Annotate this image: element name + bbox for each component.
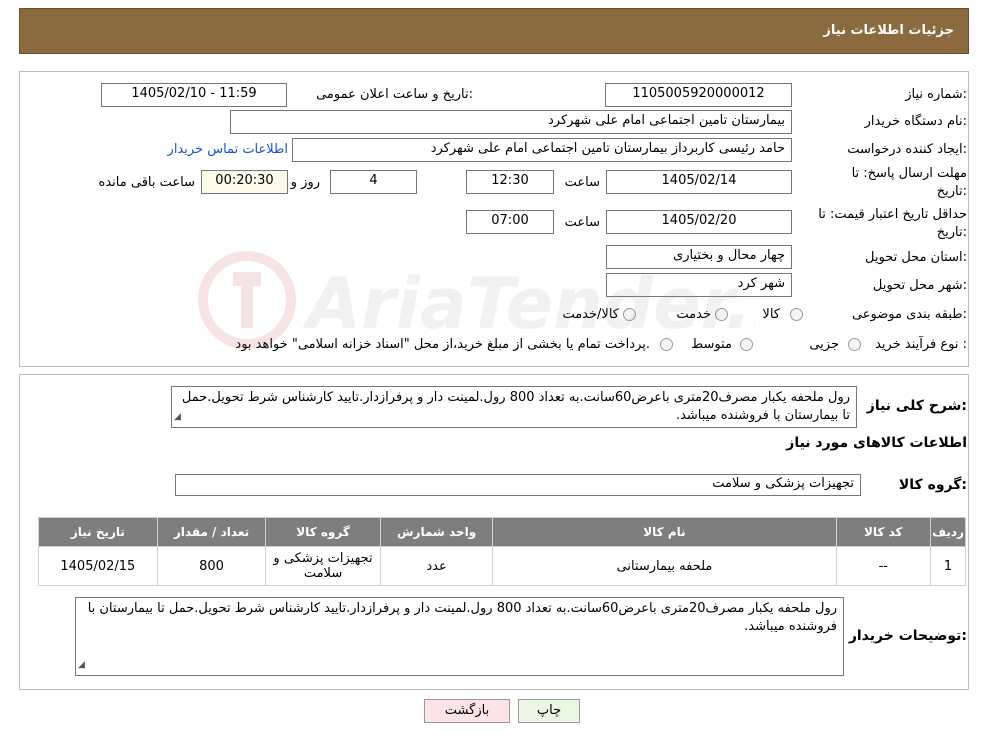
buyer-notes-label: توضیحات خریدار:	[848, 628, 967, 644]
col-unit: واحد شمارش	[380, 518, 493, 546]
cell-quantity: 800	[157, 547, 266, 585]
goods-group-field: تجهیزات پزشکی و سلامت	[175, 474, 861, 496]
goods-table-header: ردیف کد کالا نام کالا واحد شمارش گروه کا…	[39, 518, 965, 546]
cell-code: --	[836, 547, 931, 585]
resize-grip-icon[interactable]: ◢	[78, 656, 85, 674]
buyer-contact-link[interactable]: اطلاعات تماس خریدار	[168, 142, 288, 157]
buyer-name-field: بیمارستان تامین اجتماعی امام علی شهرکرد	[230, 110, 792, 134]
process-partial-label: جزیی	[809, 337, 839, 352]
col-need-date: تاریخ نیاز	[39, 518, 157, 546]
send-deadline-label: مهلت ارسال پاسخ: تا	[851, 166, 967, 181]
need-number-field: 1105005920000012	[605, 83, 792, 107]
watermark-logo: AriaTender.neT	[198, 251, 755, 349]
city-label: شهر محل تحویل:	[872, 278, 967, 293]
summary-label: شرح کلی نیاز:	[866, 398, 967, 414]
table-row: 1 -- ملحفه بیمارستانی عدد تجهیزات پزشکی …	[39, 547, 965, 585]
buyer-notes-text: رول ملحفه یکبار مصرف20متری باعرض60سانت.ب…	[87, 601, 837, 634]
process-partial-radio[interactable]	[848, 338, 861, 351]
resize-grip-icon[interactable]: ◢	[174, 408, 181, 426]
send-date-field: 1405/02/14	[606, 170, 792, 194]
creator-label: ایجاد کننده درخواست:	[847, 142, 967, 157]
page-header: جزئیات اطلاعات نیاز	[19, 8, 969, 54]
announce-date-label: تاریخ و ساعت اعلان عمومی:	[316, 87, 473, 102]
cell-row: 1	[931, 547, 965, 585]
summary-text: رول ملحفه یکبار مصرف20متری باعرض60سانت.ب…	[181, 390, 850, 423]
cell-unit: عدد	[380, 547, 493, 585]
province-label: استان محل تحویل:	[865, 250, 967, 265]
cell-need-date: 1405/02/15	[39, 547, 157, 585]
col-name: نام کالا	[493, 518, 836, 546]
category-goods-label: کالا	[762, 307, 780, 322]
days-remaining-field: 4	[330, 170, 417, 194]
watermark-text: AriaTender.neT	[302, 263, 755, 345]
cell-name: ملحفه بیمارستانی	[493, 547, 836, 585]
col-group: گروه کالا	[266, 518, 380, 546]
category-label: طبقه بندی موضوعی:	[851, 307, 967, 322]
price-validity-label: حداقل تاریخ اعتبار قیمت: تا	[818, 207, 967, 222]
price-validity-label-2: تاریخ:	[936, 225, 967, 240]
goods-table: ردیف کد کالا نام کالا واحد شمارش گروه کا…	[38, 517, 966, 586]
validity-time-field: 07:00	[466, 210, 554, 234]
creator-field: حامد رئیسی کاربرداز بیمارستان تامین اجتم…	[292, 138, 792, 162]
validity-time-label: ساعت	[564, 215, 600, 230]
goods-info-title: اطلاعات کالاهای مورد نیاز	[786, 435, 967, 451]
need-number-label: شماره نیاز:	[905, 87, 967, 102]
send-deadline-label-2: تاریخ:	[936, 184, 967, 199]
page-title: جزئیات اطلاعات نیاز	[823, 23, 954, 38]
col-quantity: تعداد / مقدار	[157, 518, 266, 546]
col-row: ردیف	[931, 518, 965, 546]
time-remaining-field: 00:20:30	[201, 170, 288, 194]
summary-textarea[interactable]: رول ملحفه یکبار مصرف20متری باعرض60سانت.ب…	[171, 386, 857, 428]
send-time-label: ساعت	[564, 175, 600, 190]
buyer-name-label: نام دستگاه خریدار:	[864, 114, 967, 129]
days-label: روز و	[290, 175, 320, 190]
announce-date-field: 1405/02/10 - 11:59	[101, 83, 287, 107]
col-code: کد کالا	[836, 518, 931, 546]
time-remaining-label: ساعت باقی مانده	[98, 175, 195, 190]
cell-group: تجهیزات پزشکی و سلامت	[266, 547, 380, 585]
send-time-field: 12:30	[466, 170, 554, 194]
back-button[interactable]: بازگشت	[424, 699, 510, 723]
category-goods-radio[interactable]	[790, 308, 803, 321]
print-button[interactable]: چاپ	[518, 699, 580, 723]
buyer-notes-textarea[interactable]: رول ملحفه یکبار مصرف20متری باعرض60سانت.ب…	[75, 597, 844, 676]
validity-date-field: 1405/02/20	[606, 210, 792, 234]
process-type-label: نوع فرآیند خرید :	[875, 337, 967, 352]
goods-group-label: گروه کالا:	[898, 477, 967, 493]
